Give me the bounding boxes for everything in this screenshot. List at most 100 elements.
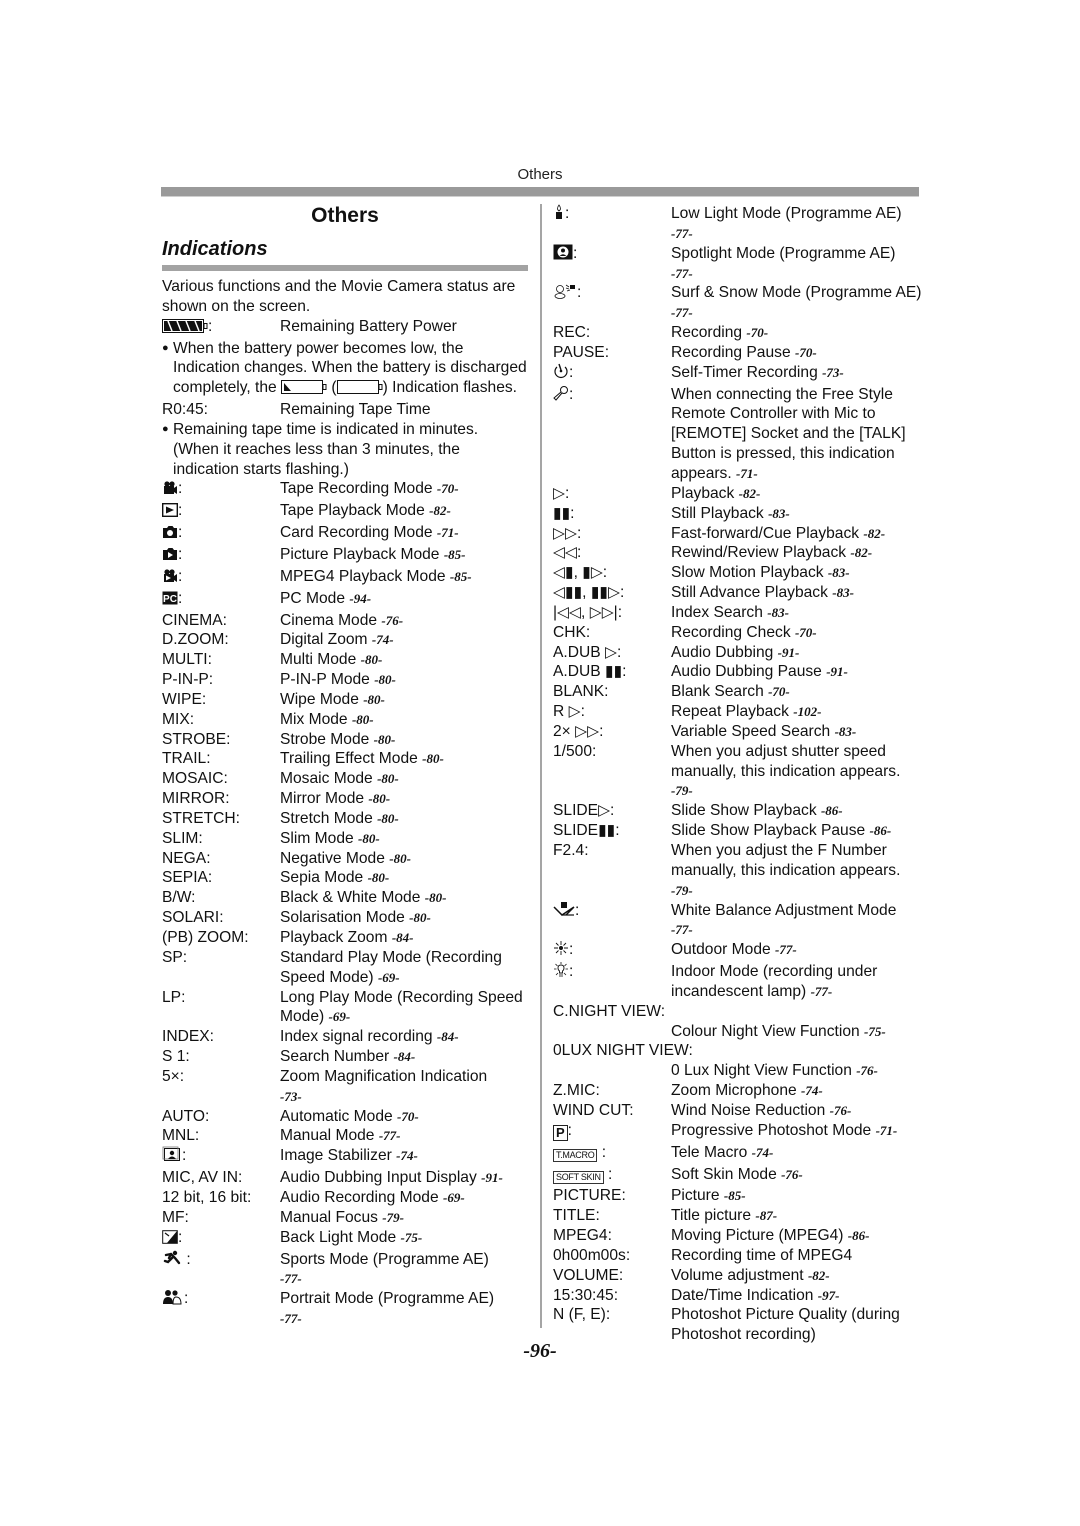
page-ref: -77- [810,983,833,999]
indication-entry: STROBE: Strobe Mode -80- [162,730,528,750]
indication-entry: 12 bit, 16 bit: Audio Recording Mode -69- [162,1188,528,1208]
page-ref: -77- [671,305,693,321]
indication-entry: MIC, AV IN: Audio Dubbing Input Display -… [162,1168,528,1188]
indication-desc: Rewind/Review Playback [671,544,847,562]
battery-note: ● When the battery power becomes low, th… [162,339,528,401]
indication-entry: MPEG4: Moving Picture (MPEG4) -86- [553,1226,923,1246]
indication-key: ▷▷: [553,524,582,542]
indication-entry: ▮▮: Still Playback -83- [553,504,923,524]
page-ref: -76- [829,1102,852,1118]
indication-key: TITLE: [553,1207,600,1225]
indication-desc: Audio Dubbing Pause [671,663,822,681]
indication-key: : [565,205,570,222]
indication-key: NEGA: [162,849,211,867]
indication-entry: REC: Recording -70- [553,323,923,343]
page-ref: -83- [832,585,854,601]
page-ref: -91- [826,664,848,680]
indication-desc: Back Light Mode [280,1228,397,1246]
page-title: Others [311,204,379,227]
indication-key: MOSAIC: [162,770,228,788]
indication-entry: : MPEG4 Playback Mode -85- [162,567,528,589]
indication-desc: Mosaic Mode [280,770,373,788]
page-ref: -86- [847,1228,870,1244]
section-rule [162,265,528,271]
page-ref: -86- [869,823,892,839]
indication-entry: 5×: Zoom Magnification Indication -73- [162,1067,528,1107]
indication-entry: LP: Long Play Mode (Recording Speed Mode)… [162,988,528,1028]
indication-key: MNL: [162,1127,200,1145]
indication-desc: Colour Night View Function [671,1022,860,1040]
indoor-lamp-icon [553,962,569,984]
indication-key: : [178,1228,183,1246]
indication-desc: Spotlight Mode (Programme AE) [671,244,896,262]
indication-desc: Photoshot Picture Quality (during Photos… [671,1306,900,1344]
battery-desc: Remaining Battery Power [280,317,457,335]
page-ref: -97- [817,1287,840,1303]
indication-entry: : Portrait Mode (Programme AE) -77- [162,1289,528,1329]
page-ref: -77- [775,942,797,958]
page-ref: -87- [755,1208,778,1224]
page-ref: -80- [374,672,396,688]
indication-desc: Zoom Microphone [671,1082,797,1100]
page-ref: -83- [767,604,789,620]
indication-key: SLIDE▷: [553,802,615,820]
microphone-icon [553,385,569,407]
indication-entry: : When connecting the Free Style Remote C… [553,385,923,484]
indication-key: MULTI: [162,651,212,669]
page-ref: -91- [777,644,800,660]
page-ref: -74- [396,1148,418,1164]
indication-key: MPEG4: [553,1227,612,1245]
page-ref: -70- [436,481,459,497]
page-ref: -80- [422,751,444,767]
indication-key: A.DUB ▮▮: [553,663,627,681]
outdoor-sun-icon [553,940,569,962]
tape-time-note: ● Remaining tape time is indicated in mi… [162,420,479,478]
indication-desc: Mirror Mode [280,790,365,808]
indication-desc: Slim Mode [280,829,354,847]
tape-time-entry: R0:45: Remaining Tape Time [162,401,431,419]
indication-desc: When you adjust shutter speed manually, … [671,742,901,780]
indication-desc: Tele Macro [671,1143,748,1161]
indication-entry: : Indoor Mode (recording under incandesce… [553,962,923,1002]
page-ref: -77- [378,1128,401,1144]
tele-macro-icon: T.MACRO [553,1145,598,1165]
indication-key: ◁◁: [553,544,582,562]
indication-desc: Self-Timer Recording [671,363,818,381]
page-ref: -75- [864,1023,886,1039]
indication-key: 2× ▷▷: [553,722,604,740]
indication-key: D.ZOOM: [162,631,229,649]
page-ref: -80- [424,890,447,906]
indication-desc: Audio Dubbing Input Display [280,1169,477,1187]
portrait-mode-icon [162,1289,184,1311]
indication-desc: MPEG4 Playback Mode [280,567,446,585]
indication-key: 12 bit, 16 bit: [162,1188,252,1206]
indication-desc: Slow Motion Playback [671,564,824,582]
indication-desc: Automatic Mode [280,1107,393,1125]
indication-key: VOLUME: [553,1266,624,1284]
indication-entry: S 1: Search Number -84- [162,1047,528,1067]
indication-entry: MOSAIC: Mosaic Mode -80- [162,769,528,789]
picture-playback-icon [162,547,178,567]
indication-key: MIX: [162,710,195,728]
indication-key: : [567,1121,573,1139]
indication-key: AUTO: [162,1107,210,1125]
indication-key: |◁◁, ▷▷|: [553,603,623,621]
page-ref: -70- [794,344,817,360]
battery-empty-blink-icon [281,380,327,400]
indication-desc: Slide Show Playback [671,802,817,820]
page-ref: -94- [349,590,372,606]
indication-key: STROBE: [162,730,231,748]
indication-entry: PAUSE: Recording Pause -70- [553,343,923,363]
page-ref: -84- [391,930,414,945]
indication-key: 0LUX NIGHT VIEW: [553,1042,693,1060]
indication-entry: 0 Lux Night View Function -76- [553,1061,923,1081]
indication-key: : [178,480,183,498]
indication-entry: : Back Light Mode -75- [162,1228,528,1250]
indication-entry: |◁◁, ▷▷|: Index Search -83- [553,603,923,623]
indication-desc: Manual Mode [280,1127,375,1145]
indication-desc: Stretch Mode [280,809,373,827]
indication-desc: When you adjust the F Number manually, t… [671,842,901,879]
page-ref: -82- [850,545,873,561]
indication-entry: : Tape Playback Mode -82- [161,501,528,523]
indication-key: : [597,1143,607,1161]
